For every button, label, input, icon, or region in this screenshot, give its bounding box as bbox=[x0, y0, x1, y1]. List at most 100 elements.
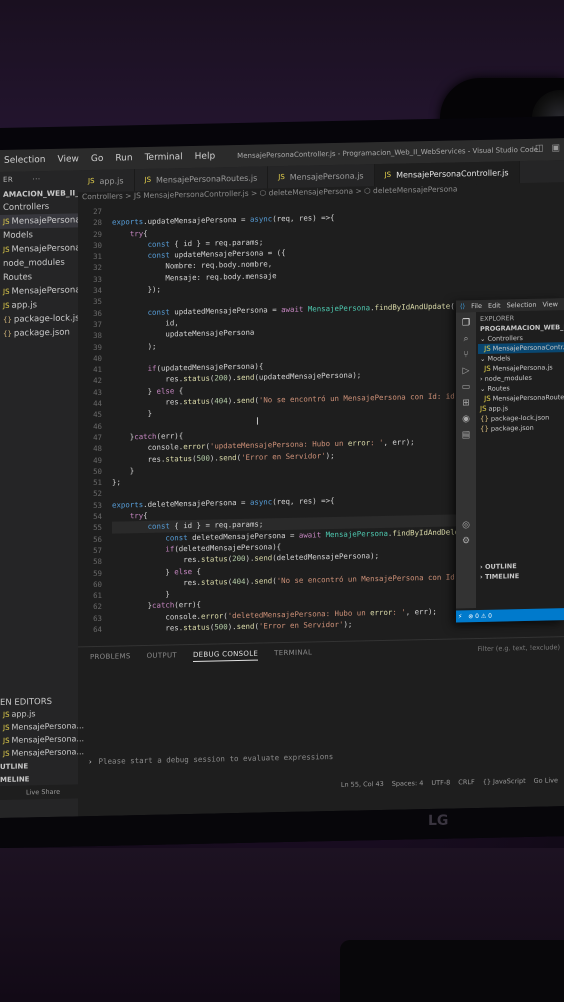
remote-indicator-icon[interactable]: ⚡ bbox=[458, 613, 462, 620]
line-number: 55 bbox=[93, 523, 102, 533]
tab-label: app.js bbox=[99, 175, 124, 186]
indentation[interactable]: Spaces: 4 bbox=[392, 779, 424, 788]
testing-icon[interactable]: ▤ bbox=[456, 430, 476, 440]
open-editor-label: MensajePersona... bbox=[11, 747, 85, 758]
menu-item-terminal[interactable]: Terminal bbox=[145, 152, 183, 163]
js-file-icon: JS bbox=[88, 177, 95, 186]
explorer-icon[interactable]: ❐ bbox=[456, 318, 476, 328]
prompt-chevron-icon: › bbox=[88, 757, 93, 767]
timeline-label: TIMELINE bbox=[484, 572, 520, 581]
encoding[interactable]: UTF-8 bbox=[431, 779, 450, 787]
line-number: 34 bbox=[93, 285, 102, 296]
second-timeline[interactable]: › TIMELINE bbox=[478, 570, 564, 582]
line-number: 50 bbox=[93, 466, 102, 476]
js-file-icon: JS bbox=[3, 245, 10, 254]
second-menu-bar: ⟨⟩ File Edit Selection View bbox=[456, 298, 564, 313]
menu-item-run[interactable]: Run bbox=[115, 153, 132, 163]
line-number: 46 bbox=[93, 421, 102, 431]
editor-actions: ◫ ▣ bbox=[535, 143, 560, 154]
tab-terminal[interactable]: TERMINAL bbox=[274, 648, 312, 660]
tab-routes[interactable]: JS MensajePersonaRoutes.js bbox=[134, 166, 269, 192]
outline-label: OUTLINE bbox=[484, 562, 517, 571]
json-file-icon: {} bbox=[3, 329, 12, 338]
js-file-icon: JS bbox=[278, 173, 285, 182]
tree-item-label: Models bbox=[487, 354, 511, 363]
tab-controller[interactable]: JS MensajePersonaController.js bbox=[374, 161, 520, 187]
line-number: 27 bbox=[93, 206, 102, 217]
menu-item-go[interactable]: Go bbox=[91, 154, 103, 164]
js-file-icon: JS bbox=[3, 217, 10, 226]
tab-label: MensajePersona.js bbox=[289, 170, 364, 182]
tab-problems[interactable]: PROBLEMS bbox=[90, 652, 131, 664]
search-icon[interactable]: ⌕ bbox=[456, 334, 476, 344]
open-editor-label: MensajePersona... bbox=[11, 734, 85, 745]
line-number: 33 bbox=[93, 274, 102, 284]
source-control-icon[interactable]: ⑂ bbox=[456, 350, 476, 360]
line-number: 59 bbox=[93, 568, 102, 578]
account-icon[interactable]: ◎ bbox=[456, 520, 476, 530]
extensions-icon[interactable]: ⊞ bbox=[456, 398, 476, 408]
tree-item-label: Controllers bbox=[487, 334, 523, 343]
activity-bar: ❐ ⌕ ⑂ ▷ ▭ ⊞ ◉ ▤ ◎ ⚙ bbox=[456, 312, 476, 609]
line-ending[interactable]: CRLF bbox=[458, 778, 474, 786]
json-file-icon: {} bbox=[480, 424, 489, 433]
line-number: 43 bbox=[93, 387, 102, 397]
vscode-logo-icon: ⟨⟩ bbox=[460, 302, 466, 311]
tree-item-label: Controllers bbox=[3, 201, 50, 213]
menu-item-file[interactable]: File bbox=[471, 302, 482, 310]
menu-item-view[interactable]: View bbox=[543, 300, 558, 308]
menu-item-help[interactable]: Help bbox=[195, 151, 216, 161]
menu-item-edit[interactable]: Edit bbox=[488, 302, 501, 310]
line-number: 48 bbox=[93, 444, 102, 454]
js-file-icon: JS bbox=[3, 710, 10, 719]
line-number: 36 bbox=[93, 308, 102, 318]
line-number: 44 bbox=[93, 398, 102, 409]
run-debug-icon[interactable]: ▷ bbox=[456, 366, 476, 376]
line-number: 53 bbox=[93, 500, 102, 510]
layout-icon[interactable]: ▣ bbox=[551, 143, 560, 153]
bottom-panel: PROBLEMS OUTPUT DEBUG CONSOLE TERMINAL F… bbox=[78, 636, 564, 786]
js-file-icon: JS bbox=[484, 344, 491, 353]
language-mode[interactable]: {} JavaScript bbox=[483, 777, 526, 786]
tab-model[interactable]: JS MensajePersona.js bbox=[268, 164, 375, 189]
second-tree-package[interactable]: {} package.json bbox=[478, 422, 564, 434]
menu-item-view[interactable]: View bbox=[57, 154, 78, 164]
line-number: 37 bbox=[93, 319, 102, 330]
line-number: 28 bbox=[93, 218, 102, 228]
tree-item-label: MensajePersona... bbox=[11, 215, 78, 227]
text-cursor-icon: I bbox=[256, 416, 259, 428]
live-share-button[interactable]: Live Share bbox=[26, 788, 60, 797]
tree-item-label: node_modules bbox=[484, 373, 532, 383]
menu-item-selection[interactable]: Selection bbox=[507, 301, 537, 310]
tree-item-package[interactable]: {} package.json bbox=[0, 325, 78, 341]
code-content[interactable]: exports.updateMensajePersona = async(req… bbox=[112, 198, 482, 635]
docker-icon[interactable]: ◉ bbox=[456, 414, 476, 424]
tree-item-label: package-lock.json bbox=[13, 313, 78, 325]
tree-item-label: MensajePersona.js bbox=[492, 363, 553, 373]
go-live-button[interactable]: Go Live bbox=[534, 776, 558, 785]
tab-debug-console[interactable]: DEBUG CONSOLE bbox=[192, 649, 259, 662]
split-editor-icon[interactable]: ◫ bbox=[535, 144, 544, 154]
tab-app-js[interactable]: JS app.js bbox=[78, 169, 135, 193]
remote-explorer-icon[interactable]: ▭ bbox=[456, 382, 476, 392]
tree-item-label: package.json bbox=[490, 423, 534, 433]
line-number: 57 bbox=[93, 545, 102, 555]
js-file-icon: JS bbox=[144, 175, 152, 184]
tree-item-label: app.js bbox=[488, 404, 509, 413]
js-file-icon: JS bbox=[480, 404, 487, 413]
line-number: 45 bbox=[93, 410, 102, 420]
line-number: 56 bbox=[93, 534, 102, 544]
line-number: 63 bbox=[93, 613, 102, 623]
tree-item-label: package-lock.json bbox=[490, 413, 550, 423]
settings-gear-icon[interactable]: ⚙ bbox=[456, 536, 476, 546]
debug-console-input[interactable]: › Please start a debug session to evaluat… bbox=[88, 752, 333, 766]
cursor-position[interactable]: Ln 55, Col 43 bbox=[341, 780, 384, 789]
menu-item-selection[interactable]: Selection bbox=[4, 155, 45, 166]
tree-item-label: MensajePersonaContr... bbox=[492, 343, 564, 353]
js-file-icon: JS bbox=[384, 170, 392, 179]
tab-output[interactable]: OUTPUT bbox=[147, 651, 177, 663]
problems-indicator[interactable]: ⊗ 0 ⚠ 0 bbox=[468, 612, 492, 619]
js-file-icon: JS bbox=[3, 749, 10, 758]
line-number: 60 bbox=[93, 579, 102, 589]
open-editor-label: app.js bbox=[11, 709, 36, 719]
